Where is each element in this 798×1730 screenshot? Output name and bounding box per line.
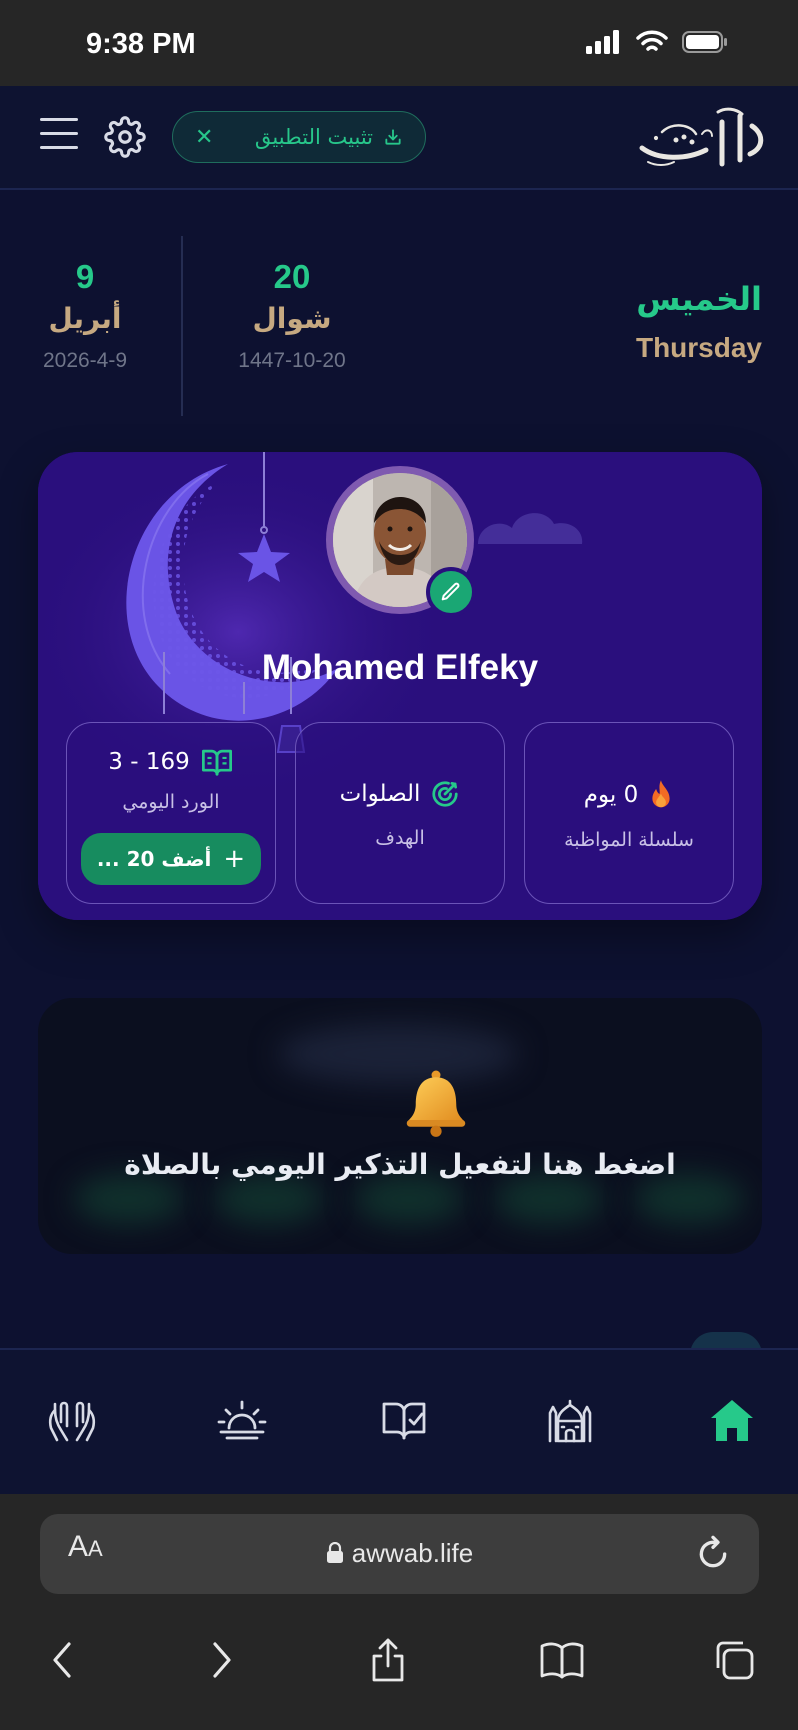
mosque-icon xyxy=(548,1399,592,1443)
gear-icon[interactable] xyxy=(104,116,146,158)
install-app-button[interactable]: ✕ تثبيت التطبيق xyxy=(172,111,426,163)
plus-icon: + xyxy=(223,844,246,874)
address-bar[interactable]: AA awwab.life xyxy=(40,1514,759,1594)
browser-chrome: AA awwab.life xyxy=(0,1494,798,1730)
lock-icon xyxy=(326,1541,343,1563)
reminder-glow xyxy=(494,1174,604,1224)
app-page: 9:38 PM ✕ تثبيت التطبيق 9 أبريل 2026-4-9… xyxy=(0,0,798,1730)
hamburger-icon[interactable] xyxy=(40,118,78,152)
install-app-label: تثبيت التطبيق xyxy=(254,125,373,149)
streak-label: سلسلة المواظبة xyxy=(564,829,694,851)
profile-card: Mohamed Elfeky 3 - 169 الورد اليومي + أض… xyxy=(38,452,762,920)
nav-duaa[interactable] xyxy=(42,1392,102,1448)
bottom-nav xyxy=(0,1348,798,1494)
sunrise-icon xyxy=(217,1400,267,1440)
status-time: 9:38 PM xyxy=(86,28,196,60)
wird-value-row: 3 - 169 xyxy=(67,747,275,777)
download-icon xyxy=(385,129,401,145)
prayer-reminder-card[interactable]: اضغط هنا لتفعيل التذكير اليومي بالصلاة xyxy=(38,998,762,1254)
goal-card[interactable]: الصلوات الهدف xyxy=(295,722,505,904)
gregorian-month: أبريل xyxy=(48,302,122,335)
daily-wird-card[interactable]: 3 - 169 الورد اليومي + أضف 20 ... xyxy=(66,722,276,904)
hijri-full-date: 1447-10-20 xyxy=(238,349,346,372)
app-header: ✕ تثبيت التطبيق xyxy=(0,86,798,190)
battery-icon xyxy=(682,31,727,53)
praying-hands-icon xyxy=(48,1401,96,1442)
nav-athkar[interactable] xyxy=(212,1392,272,1448)
gregorian-day: 9 xyxy=(75,258,95,295)
browser-toolbar xyxy=(0,1620,798,1700)
close-icon[interactable]: ✕ xyxy=(195,125,213,150)
wifi-icon xyxy=(636,30,668,51)
hijri-month: شوال xyxy=(252,302,332,335)
url-display[interactable]: awwab.life xyxy=(40,1538,759,1569)
hijri-date: 20 شوال 1447-10-20 xyxy=(212,258,372,373)
status-icons xyxy=(586,30,728,54)
back-button[interactable] xyxy=(36,1634,88,1686)
ios-status-bar: 9:38 PM xyxy=(0,0,798,86)
add-wird-button[interactable]: + أضف 20 ... xyxy=(81,833,261,885)
hijri-day: 20 xyxy=(273,258,311,295)
reminder-glow xyxy=(354,1174,464,1224)
gregorian-full-date: 2026-4-9 xyxy=(42,349,128,372)
streak-value: 0 يوم xyxy=(583,782,639,808)
date-row: 9 أبريل 2026-4-9 20 شوال 1447-10-20 الخم… xyxy=(0,236,798,416)
weekday: الخميس Thursday xyxy=(636,280,762,364)
reminder-glow xyxy=(214,1174,324,1224)
streak-card[interactable]: 0 يوم سلسلة المواظبة xyxy=(524,722,734,904)
user-name: Mohamed Elfeky xyxy=(261,648,539,687)
reminder-glow xyxy=(634,1174,744,1224)
bell-icon xyxy=(406,1070,466,1137)
nav-quran[interactable] xyxy=(374,1392,434,1448)
pencil-icon xyxy=(441,582,460,601)
weekday-arabic: الخميس xyxy=(636,280,762,318)
share-icon xyxy=(372,1638,404,1682)
gregorian-date: 9 أبريل 2026-4-9 xyxy=(20,258,150,373)
nav-home[interactable] xyxy=(702,1392,762,1448)
open-book-outline-icon xyxy=(540,1642,584,1679)
awwab-logo-icon[interactable] xyxy=(632,104,772,176)
open-book-icon xyxy=(201,749,232,776)
date-divider xyxy=(181,236,183,416)
goal-value-row: الصلوات xyxy=(296,779,504,809)
url-text: awwab.life xyxy=(351,1538,474,1568)
reminder-glow xyxy=(278,1024,518,1084)
bookmarks-button[interactable] xyxy=(536,1634,588,1686)
edit-profile-button[interactable] xyxy=(426,567,476,617)
flame-icon xyxy=(652,780,670,808)
book-check-icon xyxy=(382,1402,426,1440)
wird-label: الورد اليومي xyxy=(122,791,220,813)
reload-icon[interactable] xyxy=(693,1534,733,1574)
reminder-text: اضغط هنا لتفعيل التذكير اليومي بالصلاة xyxy=(124,1148,676,1181)
tabs-icon xyxy=(716,1641,754,1680)
forward-button[interactable] xyxy=(196,1634,248,1686)
wird-range: 3 - 169 xyxy=(108,749,190,775)
goal-label: الهدف xyxy=(375,827,425,849)
goal-value: الصلوات xyxy=(339,781,421,807)
target-icon xyxy=(432,781,459,807)
weekday-english: Thursday xyxy=(635,332,762,363)
cellular-signal-icon xyxy=(586,30,619,54)
reminder-glow xyxy=(74,1174,184,1224)
install-app-label-group: تثبيت التطبيق xyxy=(255,125,403,149)
chevron-left-icon xyxy=(53,1642,71,1678)
streak-value-row: 0 يوم xyxy=(525,779,733,811)
nav-prayers[interactable] xyxy=(540,1392,600,1448)
add-wird-label: أضف 20 ... xyxy=(96,847,212,871)
chevron-right-icon xyxy=(213,1642,231,1678)
share-button[interactable] xyxy=(362,1634,414,1686)
home-icon xyxy=(711,1400,753,1441)
tabs-button[interactable] xyxy=(708,1634,760,1686)
